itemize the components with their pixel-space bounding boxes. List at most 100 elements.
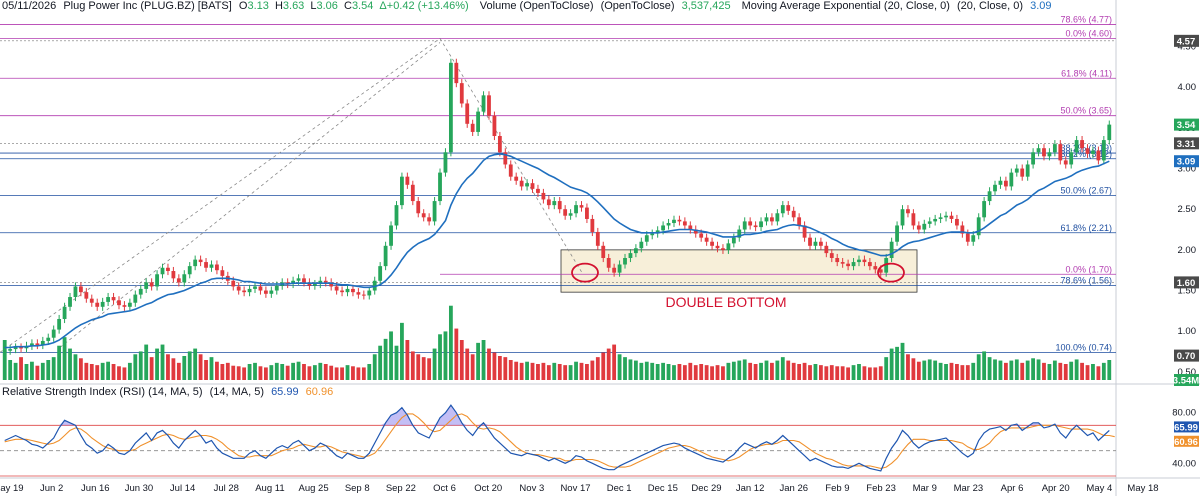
candle-body [176, 278, 181, 283]
candle-body [568, 213, 573, 216]
volume-bar [1063, 364, 1068, 380]
volume-bar [579, 362, 584, 380]
candle-body [1009, 172, 1014, 187]
volume-bar [1101, 362, 1106, 380]
volume-bar [1052, 360, 1057, 380]
volume-bar [1009, 360, 1014, 380]
candle-body [497, 136, 502, 153]
volume-bar [639, 362, 644, 380]
candle-body [742, 221, 747, 230]
volume-bar [704, 365, 709, 380]
time-tick-label: Sep 8 [345, 483, 370, 494]
volume-bar [1047, 364, 1052, 380]
candle-body [2, 350, 7, 352]
candle-body [454, 62, 459, 84]
candle-body [748, 221, 753, 226]
candle-body [764, 217, 769, 222]
volume-bar [900, 342, 905, 380]
volume-bar [519, 362, 524, 380]
candle-body [258, 286, 263, 291]
ohlc-low: 3.06 [317, 0, 338, 12]
candle-body [296, 278, 301, 281]
candle-body [900, 209, 905, 226]
price-tick-label: 1.00 [1178, 326, 1197, 337]
candle-body [617, 264, 622, 273]
candle-body [889, 241, 894, 258]
candle-body [35, 343, 40, 346]
volume-bar [574, 361, 578, 380]
chart-canvas: 78.6% (4.77) 0.0% (4.60) 61.8% (4.11) 50.0%… [0, 0, 1200, 496]
volume-bar [448, 305, 453, 380]
candle-body [574, 205, 578, 214]
volume-bar [258, 366, 263, 380]
volume-bar [465, 348, 470, 380]
candle-body [198, 259, 203, 263]
volume-bar [797, 364, 802, 380]
fib-label: 78.6% (4.77) [1060, 15, 1112, 25]
candle-body [459, 83, 464, 104]
candle-body [166, 267, 170, 272]
volume-bar [606, 348, 611, 380]
volume-bar [443, 331, 448, 380]
candle-body [514, 176, 519, 181]
volume-bar [557, 364, 562, 380]
volume-bar [770, 362, 774, 380]
time-tick-label: Mar 23 [954, 483, 984, 494]
volume-bar [721, 366, 725, 380]
candle-body [378, 266, 383, 281]
volume-bar [949, 362, 954, 380]
volume-bar [840, 366, 845, 380]
fib-label: 100.0% (0.74) [1055, 342, 1112, 352]
candle-body [552, 201, 557, 206]
volume-bar [481, 340, 486, 380]
volume-bar [193, 348, 198, 380]
candle-body [19, 347, 23, 349]
volume-bar [1096, 366, 1101, 380]
candle-body [982, 201, 987, 218]
candle-body [111, 297, 116, 301]
time-tick-label: Oct 20 [474, 483, 502, 494]
price-badge-label: 3.09 [1177, 157, 1196, 168]
candle-body [400, 176, 404, 206]
candle-body [721, 248, 725, 250]
volume-bar [753, 364, 758, 380]
candle-body [857, 259, 861, 263]
candle-body [585, 207, 589, 219]
volume-bar [693, 365, 698, 380]
volume-bar [563, 365, 568, 380]
candle-body [394, 205, 399, 226]
candle-body [274, 285, 279, 291]
volume-bar [149, 357, 154, 380]
volume-bar [209, 357, 214, 380]
volume-bar [818, 365, 823, 380]
volume-bar [459, 340, 464, 380]
candle-body [530, 183, 535, 189]
candle-body [726, 243, 731, 250]
fib-label: 50.0% (2.67) [1060, 185, 1112, 195]
volume-bar [650, 362, 655, 380]
candle-body [933, 218, 938, 222]
volume-bar [938, 362, 943, 380]
candle-body [95, 302, 100, 307]
candle-body [1074, 140, 1079, 153]
volume-bar [682, 365, 687, 380]
volume-bar [89, 364, 94, 380]
candle-body [84, 292, 89, 299]
volume-bar [242, 367, 247, 380]
candle-body [1107, 124, 1112, 141]
volume-bar [95, 365, 100, 380]
candle-body [623, 258, 627, 265]
volume-bar [470, 354, 475, 380]
ema-args: (20, Close, 0) [957, 0, 1023, 12]
candle-body [829, 253, 834, 258]
volume-bar [710, 366, 714, 380]
candle-body [1014, 168, 1019, 173]
time-tick-label: Nov 3 [519, 483, 544, 494]
candle-body [100, 301, 105, 307]
candle-body [595, 231, 600, 246]
volume-args: (OpenToClose) [601, 0, 675, 12]
candle-body [628, 253, 633, 258]
candle-body [410, 184, 415, 202]
candle-body [405, 176, 410, 185]
candle-body [323, 280, 328, 283]
